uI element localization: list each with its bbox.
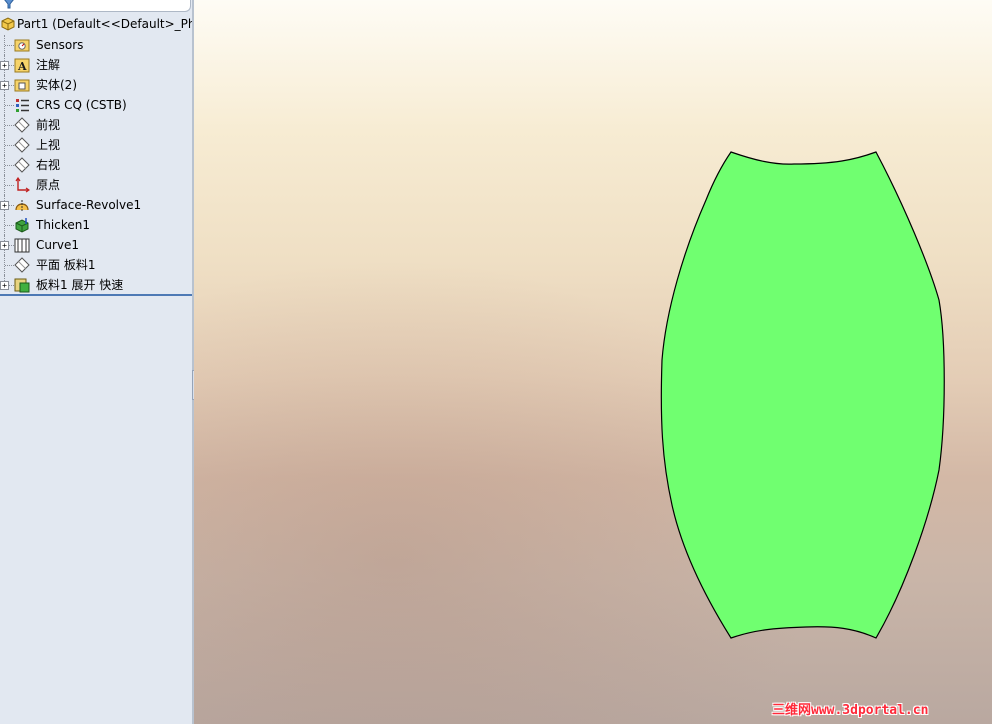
- tree-item-5[interactable]: 上视: [0, 135, 192, 155]
- tree-item-list: Sensors + A 注解 + 实体(2) CRS CQ (CSTB) 前视上视右视原点 + S…: [0, 35, 192, 295]
- tree-connector-branch: [5, 225, 14, 226]
- tree-item-label: 板料1 展开 快速: [36, 278, 124, 292]
- tree-item-label: Thicken1: [36, 218, 91, 232]
- flattened-sheet-part[interactable]: [660, 151, 945, 639]
- tree-connector-branch: [5, 265, 14, 266]
- sensors-folder-icon: [14, 39, 30, 52]
- plane-icon: [14, 257, 30, 273]
- expand-toggle-icon[interactable]: +: [0, 61, 9, 70]
- tree-connector-branch: [5, 45, 14, 46]
- tree-item-label: 右视: [36, 158, 61, 172]
- tree-item-4[interactable]: 前视: [0, 115, 192, 135]
- svg-text:A: A: [17, 60, 27, 73]
- tree-item-0[interactable]: Sensors: [0, 35, 192, 55]
- thicken-icon: [15, 218, 29, 233]
- tree-connector-branch: [5, 145, 14, 146]
- tree-item-label: Curve1: [36, 238, 80, 252]
- expand-toggle-icon[interactable]: +: [0, 81, 9, 90]
- tree-item-label: 注解: [36, 58, 61, 72]
- tree-item-7[interactable]: 原点: [0, 175, 192, 195]
- tree-item-label: CRS CQ (CSTB): [36, 98, 127, 112]
- origin-icon: [15, 177, 30, 193]
- tree-item-9[interactable]: Thicken1: [0, 215, 192, 235]
- tree-item-label: 实体(2): [36, 78, 77, 92]
- tree-item-label: 原点: [36, 178, 61, 192]
- tree-connector-branch: [5, 125, 14, 126]
- tree-item-label: 前视: [36, 118, 61, 132]
- tree-item-6[interactable]: 右视: [0, 155, 192, 175]
- tree-item-1[interactable]: + A 注解: [0, 55, 192, 75]
- tree-item-3[interactable]: CRS CQ (CSTB): [0, 95, 192, 115]
- tree-item-label: 上视: [36, 138, 61, 152]
- graphics-viewport[interactable]: 三维网www.3dportal.cn: [194, 0, 992, 724]
- tree-root-part[interactable]: Part1 (Default<<Default>_Pho: [0, 15, 192, 33]
- tree-item-label: 平面 板料1: [36, 258, 96, 272]
- expand-toggle-icon[interactable]: +: [0, 281, 9, 290]
- tree-filter-bar[interactable]: [0, 0, 191, 12]
- tree-item-8[interactable]: + Surface-Revolve1: [0, 195, 192, 215]
- tree-connector-branch: [5, 185, 14, 186]
- annotations-folder-icon: A: [14, 58, 30, 73]
- tree-connector-branch: [5, 165, 14, 166]
- filter-icon[interactable]: [3, 0, 15, 9]
- material-icon: [16, 99, 29, 112]
- plane-icon: [14, 137, 30, 153]
- feature-manager-tree[interactable]: Part1 (Default<<Default>_Pho Sensors + A 注解…: [0, 0, 192, 724]
- tree-item-label: Sensors: [36, 38, 84, 52]
- plane-icon: [14, 117, 30, 133]
- plane-icon: [14, 157, 30, 173]
- tree-connector-branch: [5, 105, 14, 106]
- tree-root-label: Part1 (Default<<Default>_Pho: [17, 17, 192, 31]
- tree-item-12[interactable]: + 板料1 展开 快速: [0, 275, 192, 295]
- surface-revolve-icon: [15, 200, 29, 212]
- expand-toggle-icon[interactable]: +: [0, 201, 9, 210]
- part-icon: [1, 17, 15, 31]
- solid-bodies-folder-icon: [14, 79, 30, 92]
- watermark-text: 三维网www.3dportal.cn: [772, 703, 929, 718]
- expand-toggle-icon[interactable]: +: [0, 241, 9, 250]
- tree-item-2[interactable]: + 实体(2): [0, 75, 192, 95]
- solidworks-window: Part1 (Default<<Default>_Pho Sensors + A 注解…: [0, 0, 992, 724]
- curve-icon: [14, 238, 30, 253]
- tree-end-divider: [0, 294, 192, 296]
- flatten-icon: [14, 278, 30, 293]
- tree-item-10[interactable]: + Curve1: [0, 235, 192, 255]
- tree-item-label: Surface-Revolve1: [36, 198, 142, 212]
- tree-item-11[interactable]: 平面 板料1: [0, 255, 192, 275]
- part-view: [660, 151, 945, 639]
